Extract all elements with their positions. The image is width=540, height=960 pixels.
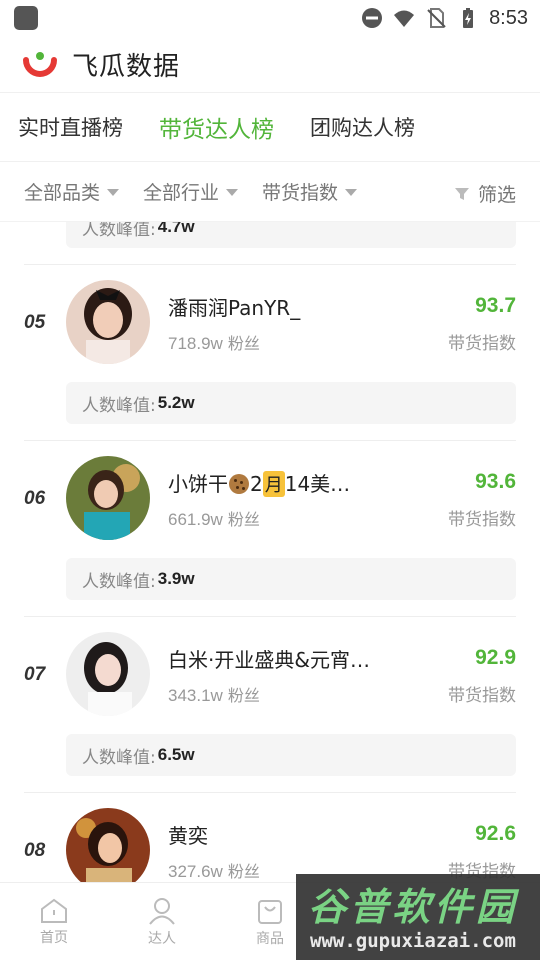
nav-home-label: 首页 [40,929,68,946]
avatar[interactable] [66,456,150,540]
nav-products-label: 商品 [256,930,284,947]
sort-index-filter[interactable]: 带货指数 [262,178,358,205]
influencer-name: 潘雨润PanYR_ [168,296,301,320]
month-emoji: 月 [262,471,285,497]
fans-count: 718.9w 粉丝 [168,330,260,354]
fans-number: 343.1w [168,686,223,705]
home-icon [41,898,67,923]
bag-icon [258,899,282,924]
ranking-tabs: 实时直播榜 带货达人榜 团购达人榜 [0,92,540,162]
rank-number: 05 [24,312,46,333]
rank-number: 06 [24,488,46,509]
industry-filter-label: 全部行业 [143,182,220,204]
influencer-name: 白米·开业盛典&元宵… [168,648,370,672]
fans-number: 327.6w [168,862,223,881]
cookie-icon [229,474,249,494]
peak-value: 4.7w [157,222,195,236]
rank-number: 08 [24,840,46,861]
peak-viewers-box: 人数峰值: 6.5w [66,734,516,776]
sales-score-label: 带货指数 [448,510,516,530]
app-header: 飞瓜数据 [0,36,540,92]
status-bar: 8:53 [0,0,540,36]
clock: 8:53 [489,6,528,29]
watermark: 谷普软件园 www.gupuxiazai.com [296,874,540,960]
influencer-name: 黄奕 [168,824,208,848]
watermark-url: www.gupuxiazai.com [310,930,516,952]
screen-filter-label: 筛选 [477,184,516,206]
nav-influencer[interactable]: 达人 [108,883,216,960]
peak-label: 人数峰值: [82,395,156,416]
sales-score: 93.7 [475,294,516,317]
nav-influencer-label: 达人 [148,930,176,947]
caret-down-icon [226,189,239,196]
sales-score: 93.6 [475,470,516,493]
fans-count: 327.6w 粉丝 [168,858,260,882]
peak-viewers-box: 人数峰值: 4.7w [66,222,516,248]
battery-charging-icon [463,8,474,28]
sort-index-label: 带货指数 [262,182,339,204]
avatar[interactable] [66,280,150,364]
category-filter-label: 全部品类 [24,182,101,204]
person-icon [149,897,175,925]
app-notification-icon [14,6,38,30]
fans-number: 718.9w [168,334,223,353]
rank-number: 07 [24,664,46,685]
divider [24,792,516,793]
tab-live-ranking[interactable]: 实时直播榜 [18,112,123,142]
fans-count: 343.1w 粉丝 [168,682,260,706]
category-filter[interactable]: 全部品类 [24,178,120,205]
sales-score-label: 带货指数 [448,334,516,354]
caret-down-icon [345,189,358,196]
peak-value: 5.2w [157,393,195,412]
fans-number: 661.9w [168,510,223,529]
funnel-icon [454,187,469,200]
peak-label: 人数峰值: [82,747,156,768]
watermark-title: 谷普软件园 [308,885,519,929]
tab-group-buy-ranking[interactable]: 团购达人榜 [310,112,415,142]
do-not-disturb-icon [362,8,383,28]
tab-sales-influencer-ranking[interactable]: 带货达人榜 [159,110,274,144]
feigua-logo-icon [23,52,57,77]
caret-down-icon [107,189,120,196]
nav-home[interactable]: 首页 [0,883,108,960]
fans-unit: 粉丝 [227,862,260,881]
influencer-name: 小饼干 2 月 14美… [168,468,350,497]
peak-value: 3.9w [157,569,195,588]
name-prefix: 小饼干 [168,472,228,496]
fans-unit: 粉丝 [227,510,260,529]
peak-label: 人数峰值: [82,571,156,592]
sales-score-label: 带货指数 [448,686,516,706]
name-suffix: 14美… [284,472,351,496]
ranking-list: 人数峰值: 4.7w 05 潘雨润PanYR_ 718.9w 粉丝 93.7 带… [0,222,540,882]
fans-unit: 粉丝 [227,334,260,353]
filter-bar: 全部品类 全部行业 带货指数 筛选 [0,162,540,222]
sales-score: 92.9 [475,646,516,669]
no-sim-icon [427,8,446,28]
name-mid: 2 [250,472,263,496]
fans-unit: 粉丝 [227,686,260,705]
peak-label: 人数峰值: [82,222,156,240]
divider [24,440,516,441]
divider [24,264,516,265]
peak-viewers-box: 人数峰值: 3.9w [66,558,516,600]
app-title: 飞瓜数据 [72,51,181,82]
status-icons: 8:53 [361,6,528,30]
divider [24,616,516,617]
peak-viewers-box: 人数峰值: 5.2w [66,382,516,424]
wifi-icon [394,10,415,27]
peak-value: 6.5w [157,745,195,764]
avatar[interactable] [66,808,150,882]
industry-filter[interactable]: 全部行业 [143,178,239,205]
sales-score: 92.6 [475,822,516,845]
fans-count: 661.9w 粉丝 [168,506,260,530]
screen-filter-button[interactable]: 筛选 [454,180,516,207]
avatar[interactable] [66,632,150,716]
